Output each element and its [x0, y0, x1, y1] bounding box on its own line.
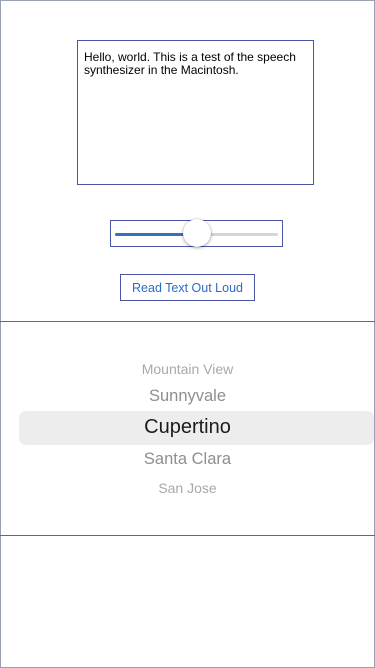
picker-item-santa-clara[interactable]: Santa Clara — [0, 450, 375, 469]
divider-top — [0, 321, 375, 322]
read-text-out-loud-button[interactable]: Read Text Out Loud — [120, 274, 255, 301]
speech-text-view[interactable]: Hello, world. This is a test of the spee… — [77, 40, 314, 185]
rate-slider[interactable] — [110, 219, 283, 247]
divider-bottom — [0, 535, 375, 536]
picker-item-mountain-view[interactable]: Mountain View — [0, 361, 375, 377]
picker-item-san-jose[interactable]: San Jose — [0, 480, 375, 496]
slider-thumb[interactable] — [182, 219, 211, 247]
picker-item-cupertino[interactable]: Cupertino — [0, 416, 375, 439]
city-picker[interactable]: Mountain View Sunnyvale Cupertino Santa … — [0, 340, 375, 520]
picker-item-sunnyvale[interactable]: Sunnyvale — [0, 387, 375, 406]
